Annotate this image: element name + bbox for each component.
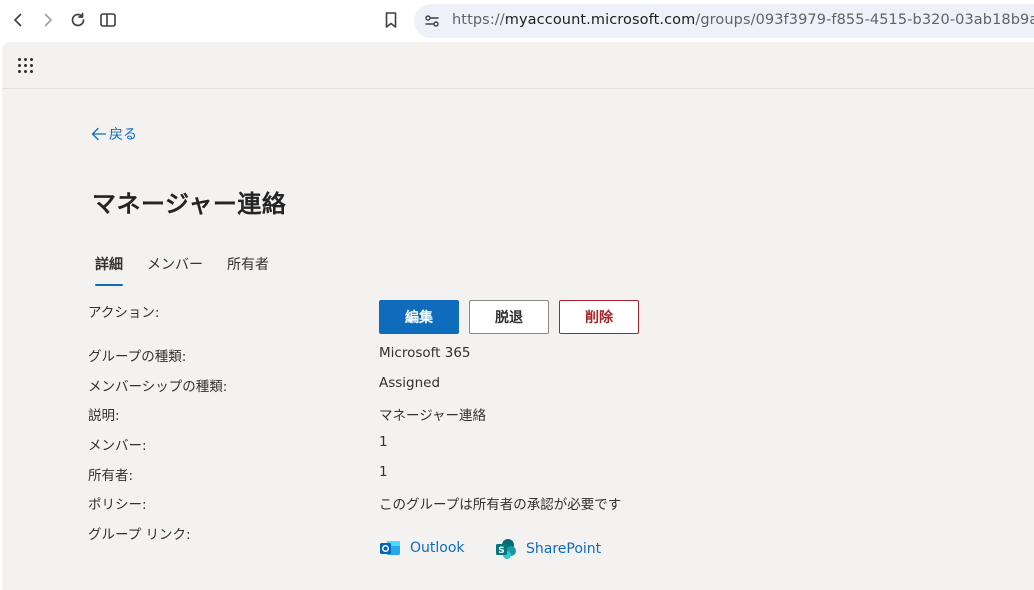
- owners-value: 1: [379, 464, 388, 480]
- back-arrow-icon[interactable]: [6, 8, 30, 32]
- members-value: 1: [379, 434, 388, 450]
- edit-button[interactable]: 編集: [379, 300, 459, 334]
- membership-type-value: Assigned: [379, 375, 441, 391]
- policy-value: このグループは所有者の承認が必要です: [379, 497, 622, 513]
- arrow-left-icon: [91, 127, 107, 141]
- app-frame: 戻る マネージャー連絡 詳細 メンバー 所有者 アクション: 編集 脱退 削除 …: [2, 42, 1034, 590]
- app-header: [2, 42, 1034, 89]
- page-title: マネージャー連絡: [92, 190, 287, 218]
- actions-label: アクション:: [88, 305, 160, 321]
- site-settings-icon[interactable]: [424, 13, 440, 33]
- url-host: myaccount.microsoft.com: [504, 12, 696, 28]
- group-type-label: グループの種類:: [88, 349, 187, 365]
- outlook-link[interactable]: Outlook: [379, 538, 465, 558]
- tab-list: 詳細 メンバー 所有者: [95, 254, 293, 286]
- address-bar[interactable]: https://myaccount.microsoft.com/groups/0…: [414, 4, 1034, 38]
- leave-button[interactable]: 脱退: [469, 300, 549, 334]
- forward-arrow-icon[interactable]: [36, 8, 60, 32]
- url-text: https://myaccount.microsoft.com/groups/0…: [452, 12, 1034, 28]
- browser-toolbar: https://myaccount.microsoft.com/groups/0…: [0, 0, 1034, 42]
- back-link[interactable]: 戻る: [91, 124, 137, 144]
- tab-owners[interactable]: 所有者: [227, 254, 269, 286]
- sharepoint-link-label: SharePoint: [526, 541, 602, 557]
- delete-button[interactable]: 削除: [559, 300, 639, 334]
- outlook-icon: [380, 541, 400, 555]
- tab-members[interactable]: メンバー: [147, 254, 203, 286]
- url-scheme: https://: [452, 12, 505, 28]
- group-links-label: グループ リンク:: [88, 527, 191, 543]
- group-type-value: Microsoft 365: [379, 345, 471, 361]
- tab-details[interactable]: 詳細: [95, 254, 123, 286]
- back-link-label: 戻る: [109, 127, 137, 143]
- members-label: メンバー:: [88, 438, 147, 454]
- reload-icon[interactable]: [66, 8, 90, 32]
- owners-label: 所有者:: [88, 468, 134, 484]
- description-label: 説明:: [88, 408, 120, 424]
- description-value: マネージャー連絡: [379, 408, 487, 424]
- bookmark-icon[interactable]: [379, 8, 403, 32]
- svg-text:S: S: [498, 546, 504, 556]
- split-view-icon[interactable]: [96, 8, 120, 32]
- sharepoint-link[interactable]: S SharePoint: [495, 538, 601, 560]
- app-launcher-icon[interactable]: [16, 56, 34, 74]
- url-path: /groups/093f3979-f855-4515-b320-03ab18b9…: [695, 12, 1034, 28]
- policy-label: ポリシー:: [88, 497, 147, 513]
- membership-type-label: メンバーシップの種類:: [88, 379, 228, 395]
- outlook-link-label: Outlook: [410, 540, 465, 556]
- sharepoint-icon: S: [496, 539, 516, 559]
